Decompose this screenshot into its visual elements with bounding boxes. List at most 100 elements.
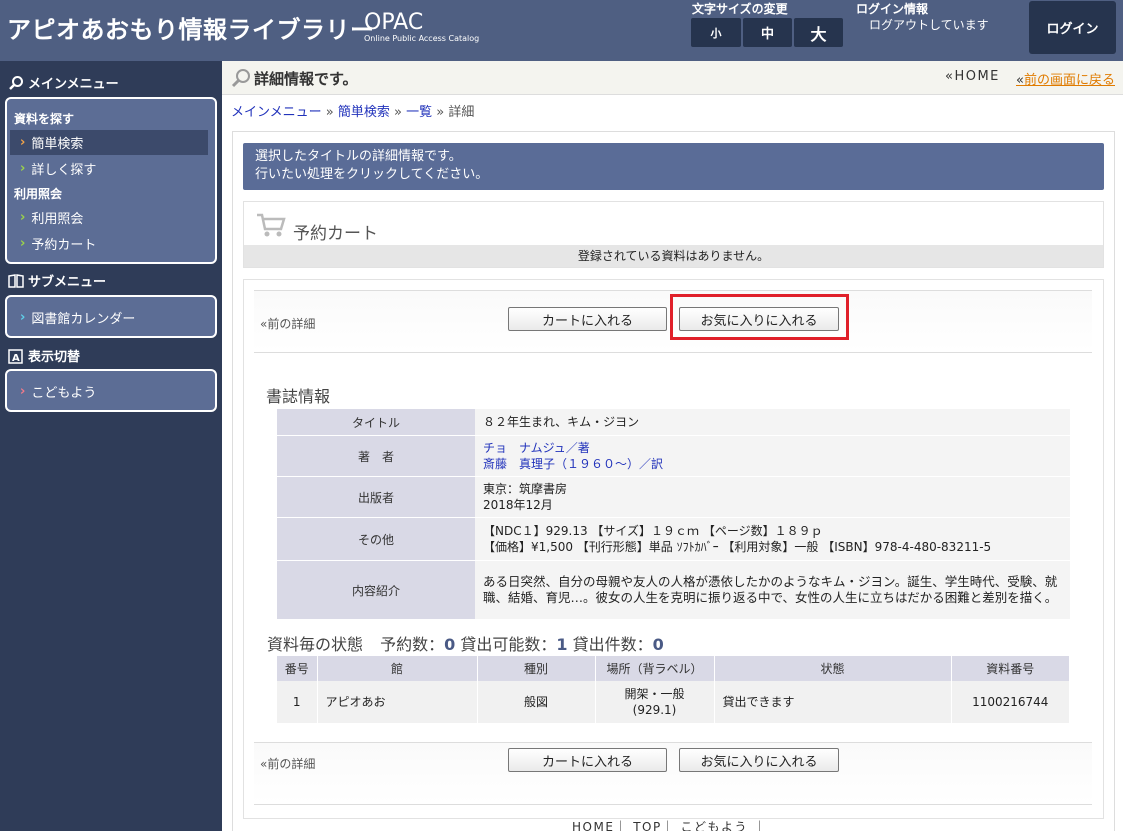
- column-header: 種別: [477, 656, 596, 681]
- chevron-right-icon: ›: [20, 161, 26, 176]
- sidebar-item-simple-search[interactable]: › 簡単検索: [10, 130, 208, 155]
- breadcrumb-separator: »: [325, 105, 334, 120]
- column-header: 場所（背ラベル）: [595, 656, 715, 681]
- biblio-section-title: 書誌情報: [266, 387, 331, 406]
- other-line-1: 【NDC１】929.13 【サイズ】１９ｃｍ 【ページ数】１８９ｐ: [483, 524, 823, 538]
- holding-library: アピオあお: [317, 681, 478, 723]
- holding-location-shelf: 開架・一般: [624, 687, 685, 701]
- author-value: チョ ナムジュ／著 斎藤 真理子（１９６０～）／訳: [475, 436, 1070, 476]
- author-link-2[interactable]: 斎藤 真理子（１９６０～）／訳: [483, 457, 663, 471]
- breadcrumb-main-menu[interactable]: メインメニュー: [231, 105, 322, 120]
- table-row: 内容紹介 ある日突然、自分の母親や友人の人格が憑依したかのようなキム・ジヨン。誕…: [277, 561, 1070, 619]
- other-value: 【NDC１】929.13 【サイズ】１９ｃｍ 【ページ数】１８９ｐ 【価格】¥1…: [475, 518, 1070, 560]
- breadcrumb-detail: 詳細: [448, 105, 475, 120]
- site-header: アピオあおもり情報ライブラリー OPAC Online Public Acces…: [0, 0, 1123, 61]
- cart-title: 予約カート: [293, 224, 378, 244]
- font-size-medium-button[interactable]: 中: [743, 18, 792, 47]
- author-label: 著 者: [277, 436, 475, 476]
- loaned-count: 0: [652, 635, 664, 654]
- loaned-count-label: 貸出件数：: [572, 635, 653, 654]
- sidebar: メインメニュー 資料を探す › 簡単検索 › 詳しく探す 利用照会 › 利用照会…: [0, 61, 222, 831]
- font-size-label: 文字サイズの変更: [692, 2, 788, 16]
- sidebar-item-label: 詳しく探す: [31, 163, 97, 178]
- title-value: ８２年生まれ、キム・ジヨン: [475, 409, 1070, 435]
- prev-detail-link[interactable]: «前の詳細: [260, 315, 315, 332]
- table-row: その他 【NDC１】929.13 【サイズ】１９ｃｍ 【ページ数】１８９ｐ 【価…: [277, 518, 1070, 560]
- display-title: 表示切替: [28, 350, 81, 365]
- column-header: 資料番号: [951, 656, 1070, 681]
- usage-group-label: 利用照会: [14, 187, 63, 201]
- back-link[interactable]: «前の画面に戻る: [1016, 69, 1115, 88]
- table-header-row: 番号 館 種別 場所（背ラベル） 状態 資料番号: [277, 656, 1070, 681]
- sub-menu-heading: サブメニュー: [8, 271, 106, 290]
- action-bar-bottom: [254, 742, 1092, 805]
- footer-links[interactable]: HOME｜ TOP｜ こどもよう ｜: [572, 818, 767, 831]
- display-heading: A 表示切替: [8, 346, 80, 365]
- other-line-2: 【価格】¥1,500 【刊行形態】単品 ｿﾌﾄｶﾊﾞｰ 【利用対象】一般 【IS…: [483, 540, 992, 554]
- status-label: 資料毎の状態: [267, 635, 364, 654]
- back-prefix: «: [1016, 73, 1024, 88]
- available-count: 1: [556, 635, 568, 654]
- home-link[interactable]: «HOME: [945, 69, 1000, 84]
- other-label: その他: [277, 518, 475, 560]
- author-link-1[interactable]: チョ ナムジュ／著: [483, 441, 590, 455]
- info-notice: 選択したタイトルの詳細情報です。 行いたい処理をクリックしてください。: [243, 143, 1104, 190]
- holdings-table: 番号 館 種別 場所（背ラベル） 状態 資料番号 1 アピオあお 般図 開架・一…: [277, 656, 1070, 723]
- search-group-label: 資料を探す: [14, 112, 75, 126]
- sidebar-item-label: 利用照会: [31, 212, 84, 227]
- book-icon: [8, 273, 24, 288]
- reserve-count: 0: [444, 635, 456, 654]
- cart-icon: [257, 213, 286, 237]
- breadcrumb-simple-search[interactable]: 簡単検索: [338, 105, 390, 120]
- opac-subtitle: Online Public Access Catalog: [364, 34, 480, 43]
- publish-date: 2018年12月: [483, 498, 553, 512]
- login-status: ログアウトしています: [869, 18, 989, 32]
- search-icon: [231, 69, 250, 88]
- sidebar-item-calendar[interactable]: › 図書館カレンダー: [10, 305, 208, 330]
- publisher-label: 出版者: [277, 477, 475, 517]
- holding-no: 1: [277, 681, 318, 723]
- breadcrumb: メインメニュー » 簡単検索 » 一覧 » 詳細: [231, 101, 474, 120]
- column-header: 番号: [277, 656, 318, 681]
- sidebar-item-detail-search[interactable]: › 詳しく探す: [10, 156, 208, 181]
- prev-detail-link-bottom[interactable]: «前の詳細: [260, 755, 315, 772]
- font-size-large-button[interactable]: 大: [794, 18, 843, 47]
- login-info-label: ログイン情報: [856, 2, 929, 16]
- add-to-cart-button-bottom[interactable]: カートに入れる: [508, 748, 667, 772]
- sidebar-item-usage-inquiry[interactable]: › 利用照会: [10, 205, 208, 230]
- publisher-name: 東京：筑摩書房: [483, 482, 568, 496]
- table-row: 著 者 チョ ナムジュ／著 斎藤 真理子（１９６０～）／訳: [277, 436, 1070, 476]
- add-to-favorites-button-bottom[interactable]: お気に入りに入れる: [679, 748, 839, 772]
- sidebar-item-kids[interactable]: › こどもよう: [10, 379, 208, 404]
- reserve-cart-panel: 予約カート 登録されている資料はありません。: [243, 201, 1104, 268]
- back-link-label: 前の画面に戻る: [1023, 73, 1115, 88]
- font-size-small-button[interactable]: 小: [691, 18, 741, 47]
- svg-text:A: A: [12, 353, 20, 364]
- main-menu-title: メインメニュー: [28, 77, 119, 92]
- sidebar-item-reserve-cart[interactable]: › 予約カート: [10, 231, 208, 256]
- chevron-right-icon: ›: [20, 135, 26, 150]
- summary-label: 内容紹介: [277, 561, 475, 619]
- sidebar-item-label: 図書館カレンダー: [31, 312, 136, 327]
- table-row: 1 アピオあお 般図 開架・一般 (929.1) 貸出できます 11002167…: [277, 681, 1070, 723]
- breadcrumb-separator: »: [436, 105, 445, 120]
- sidebar-item-label: こどもよう: [31, 386, 97, 401]
- sub-menu-title: サブメニュー: [28, 275, 107, 290]
- login-button[interactable]: ログイン: [1029, 1, 1116, 54]
- site-title[interactable]: アピオあおもり情報ライブラリー: [7, 10, 375, 45]
- holding-status-line: 資料毎の状態 予約数：0 貸出可能数：1 貸出件数：0: [267, 631, 664, 655]
- table-row: 出版者 東京：筑摩書房 2018年12月: [277, 477, 1070, 517]
- chevron-right-icon: ›: [20, 236, 26, 251]
- holding-location: 開架・一般 (929.1): [595, 681, 715, 723]
- sidebar-item-label: 予約カート: [31, 238, 97, 253]
- add-to-cart-button[interactable]: カートに入れる: [508, 307, 667, 331]
- breadcrumb-list[interactable]: 一覧: [406, 105, 432, 120]
- publisher-value: 東京：筑摩書房 2018年12月: [475, 477, 1070, 517]
- highlight-box: [670, 294, 849, 340]
- chevron-right-icon: ›: [20, 210, 26, 225]
- cart-empty-message: 登録されている資料はありません。: [244, 245, 1103, 267]
- sidebar-item-label: 簡単検索: [31, 137, 84, 152]
- main-menu-heading: メインメニュー: [8, 73, 119, 92]
- summary-value: ある日突然、自分の母親や友人の人格が憑依したかのようなキム・ジヨン。誕生、学生時…: [475, 561, 1070, 619]
- chevron-right-icon: ›: [20, 310, 26, 325]
